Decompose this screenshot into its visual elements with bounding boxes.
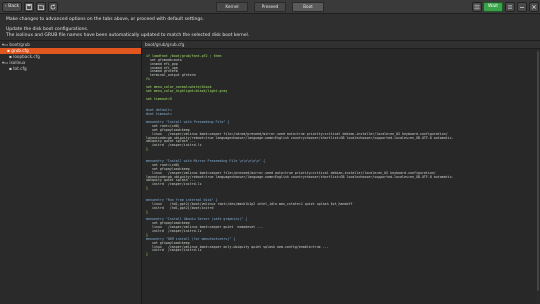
tree-folder-label: boot/grub: [9, 42, 30, 47]
wait-button[interactable]: Wait: [483, 2, 503, 12]
info-instruction: Make changes to advanced options on the …: [6, 17, 204, 22]
breadcrumb-path: boot/grub/grub.cfg: [145, 42, 185, 47]
back-arrow-icon: ‹: [4, 4, 7, 9]
file-tree-sidebar: ▾▭ boot/grub ▪ grub.cfg ▪ loopback.cfg ▾…: [0, 41, 142, 304]
info-auto-update-line: The isolinux and GRUB file names have be…: [6, 33, 250, 38]
tab-kernel[interactable]: Kernel: [216, 2, 248, 12]
minimize-icon[interactable]: [517, 2, 527, 12]
tree-file-txt-cfg[interactable]: ▪ txt.cfg: [2, 66, 27, 72]
tab-preseed[interactable]: Preseed: [254, 2, 286, 12]
save-icon[interactable]: [24, 2, 34, 12]
tree-file-label: txt.cfg: [13, 66, 27, 71]
checklist-icon[interactable]: [472, 2, 482, 12]
tree-file-label: grub.cfg: [11, 48, 29, 53]
info-panel: Make changes to advanced options on the …: [0, 14, 540, 41]
vertical-scrollbar[interactable]: [536, 49, 540, 304]
file-icon: ▪: [7, 48, 10, 53]
menu-icon[interactable]: [505, 2, 515, 12]
folder-icon: ▾▭: [2, 42, 9, 47]
scrollbar-thumb[interactable]: [537, 51, 539, 291]
tree-folder-label: isolinux: [9, 60, 26, 65]
tree-file-label: loopback.cfg: [13, 54, 40, 59]
back-button-label: Back: [8, 4, 20, 9]
file-icon: ▪: [9, 54, 12, 59]
folder-icon[interactable]: [36, 2, 46, 12]
back-button[interactable]: ‹ Back: [2, 2, 22, 12]
tab-boot[interactable]: Boot: [292, 2, 324, 12]
breadcrumb: boot/grub/grub.cfg: [142, 41, 540, 49]
info-update-line: Update the disk boot configurations.: [6, 27, 89, 32]
editor-pane: boot/grub/grub.cfg if loadfont /boot/gru…: [142, 41, 540, 304]
refresh-icon[interactable]: [48, 2, 58, 12]
close-icon[interactable]: [529, 2, 539, 12]
file-icon: ▪: [9, 66, 12, 71]
top-toolbar: ‹ Back Kernel Preseed Boot Wait: [0, 0, 540, 14]
folder-icon: ▾▭: [2, 60, 9, 65]
code-editor[interactable]: if loadfont /boot/grub/font.pf2 ; then s…: [146, 51, 538, 301]
